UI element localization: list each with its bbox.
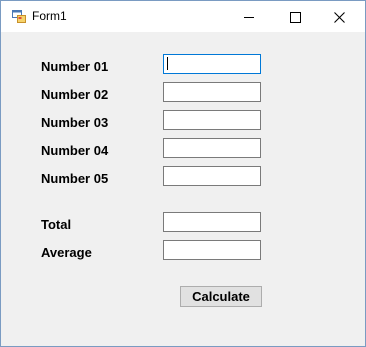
calculate-button[interactable]: Calculate — [180, 286, 262, 307]
average-label: Average — [41, 245, 92, 260]
number-04-input[interactable] — [163, 138, 261, 158]
close-button[interactable] — [319, 1, 365, 32]
minimize-icon — [244, 17, 254, 18]
average-output[interactable] — [163, 240, 261, 260]
form-client-area: Number 01 Number 02 Number 03 Number 04 … — [1, 32, 365, 346]
number-04-label: Number 04 — [41, 143, 109, 158]
maximize-button[interactable] — [272, 1, 318, 32]
form-app-icon — [12, 10, 26, 23]
total-output[interactable] — [163, 212, 261, 232]
number-05-input[interactable] — [163, 166, 261, 186]
number-03-input[interactable] — [163, 110, 261, 130]
text-caret — [167, 57, 168, 70]
maximize-icon — [290, 12, 301, 23]
number-02-input[interactable] — [163, 82, 261, 102]
close-icon — [334, 12, 345, 23]
total-label: Total — [41, 217, 72, 232]
title-bar[interactable]: Form1 — [1, 1, 365, 32]
minimize-button[interactable] — [226, 1, 272, 32]
number-03-label: Number 03 — [41, 115, 109, 130]
number-05-label: Number 05 — [41, 171, 109, 186]
number-01-input[interactable] — [163, 54, 261, 74]
number-01-label: Number 01 — [41, 59, 109, 74]
form1-window: Form1 Number 01 Number 02 Number 03 Numb… — [0, 0, 366, 347]
number-02-label: Number 02 — [41, 87, 109, 102]
window-title: Form1 — [32, 9, 67, 23]
